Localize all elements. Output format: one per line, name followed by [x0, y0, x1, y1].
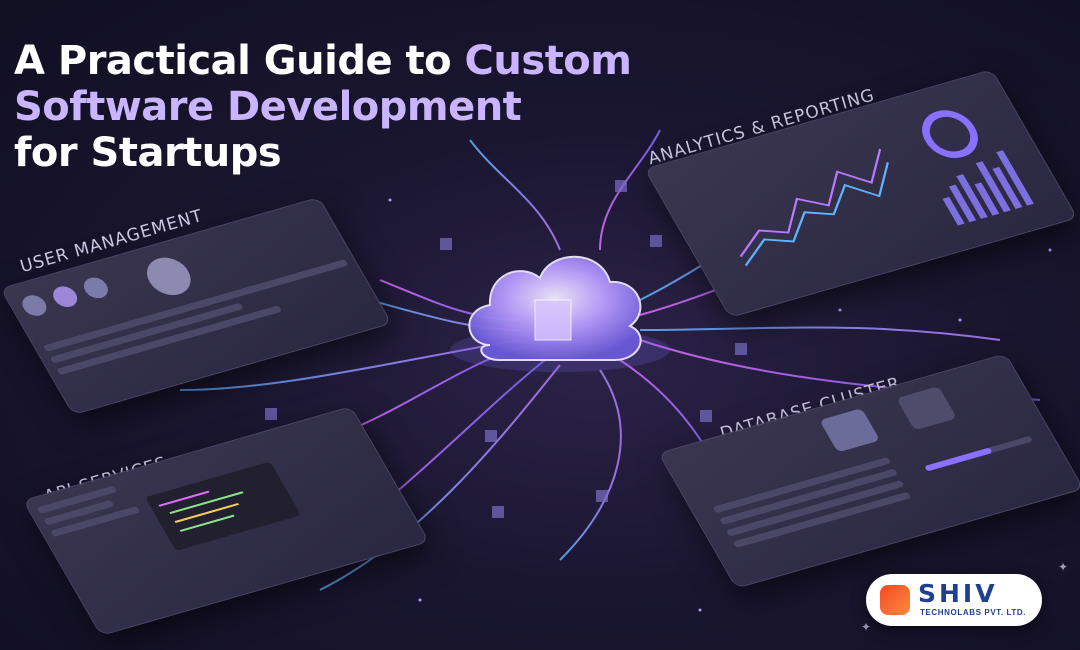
- avatar: [79, 275, 113, 301]
- logo-subtitle: TECHNOLABS PVT. LTD.: [920, 608, 1027, 617]
- logo-mark-icon: [880, 585, 910, 615]
- headline-line3: for Startups: [14, 130, 282, 176]
- company-logo: SHIV TECHNOLABS PVT. LTD.: [866, 574, 1042, 626]
- headline-line2-accent: Software Development: [14, 84, 522, 130]
- sparkle-icon: ✦: [861, 620, 872, 634]
- avatar: [48, 283, 82, 310]
- headline-line1-accent: Custom: [464, 38, 632, 84]
- avatar: [18, 292, 51, 319]
- code-block: [145, 461, 302, 551]
- headline: A Practical Guide to Custom Software Dev…: [14, 38, 714, 176]
- storage-progress: [924, 435, 1034, 472]
- sparkle-icon: ✦: [1058, 560, 1069, 574]
- headline-line1: A Practical Guide to: [14, 38, 465, 84]
- code-lines-graphic: [158, 490, 244, 532]
- nosql-database-icon: [896, 386, 958, 431]
- cloud-icon: [450, 255, 670, 372]
- sql-database-icon: [819, 408, 881, 453]
- hero-illustration: A Practical Guide to Custom Software Dev…: [0, 0, 1080, 650]
- logo-brand: SHIV: [918, 579, 998, 608]
- profile-avatar: [139, 252, 199, 300]
